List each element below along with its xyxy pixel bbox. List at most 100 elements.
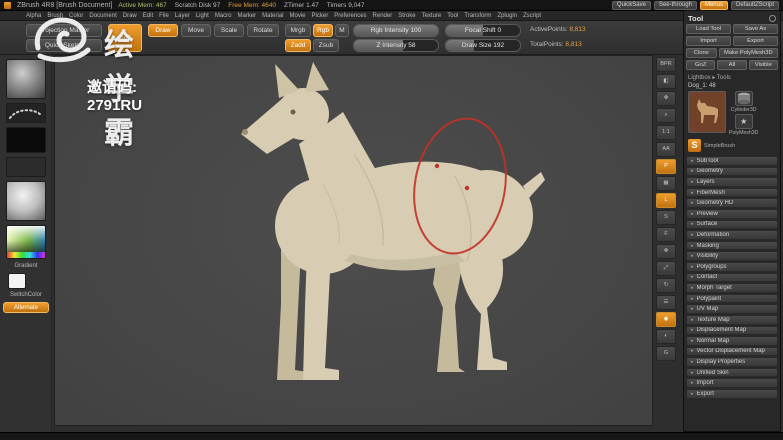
tool-section-row[interactable]: ▸ Polygroups: [686, 261, 778, 272]
tool-section-row[interactable]: ▸ Contact: [686, 272, 778, 283]
nav-strip-icon[interactable]: ✥: [656, 244, 676, 259]
menu-item[interactable]: Transform: [464, 13, 491, 19]
focal-shift-slider[interactable]: Focal Shift 0: [445, 24, 521, 37]
alpha-thumbnail[interactable]: [6, 127, 46, 153]
tool-section-row[interactable]: ▸ Layers: [686, 177, 778, 187]
nav-strip-icon[interactable]: F: [656, 227, 676, 242]
nav-strip-icon[interactable]: 1:1: [656, 125, 676, 140]
zsub-button[interactable]: Zsub: [313, 39, 339, 52]
material-thumbnail[interactable]: [6, 181, 46, 221]
load-tool-button[interactable]: Load Tool: [686, 24, 731, 34]
menu-item[interactable]: Alpha: [26, 13, 41, 19]
nav-strip-icon[interactable]: BPR: [656, 57, 676, 72]
tool-section-row[interactable]: ▸ Import: [686, 378, 778, 389]
tool-section-row[interactable]: ▸ Export: [686, 389, 778, 399]
menu-item[interactable]: Texture: [422, 13, 442, 19]
tool-section-row[interactable]: ▸ Displacement Map: [686, 325, 778, 336]
default-zscript-button[interactable]: DefaultZScript: [730, 0, 779, 10]
nav-strip-icon[interactable]: L: [656, 193, 676, 208]
import-tool-button[interactable]: Import: [686, 36, 731, 46]
document-canvas[interactable]: [54, 55, 653, 426]
menu-item[interactable]: Movie: [290, 13, 306, 19]
clone-button[interactable]: Clone: [686, 48, 717, 58]
tool-section-row[interactable]: ▸ Vector Displacement Map: [686, 346, 778, 357]
tool-section-row[interactable]: ▸ Normal Map: [686, 336, 778, 346]
projection-master-button[interactable]: Projection Master: [26, 24, 102, 37]
nav-strip-icon[interactable]: ◧: [656, 74, 676, 89]
menu-item[interactable]: Document: [89, 13, 116, 19]
tool-section-row[interactable]: ▸ Morph Target: [686, 283, 778, 293]
quicksave-button[interactable]: QuickSave: [611, 0, 651, 10]
draw-size-slider[interactable]: Draw Size 192: [445, 39, 521, 52]
goz-all-button[interactable]: All: [717, 60, 747, 70]
nav-strip-icon[interactable]: ⌕: [656, 108, 676, 123]
nav-strip-icon[interactable]: P: [656, 159, 676, 174]
quick-sketch-button[interactable]: Quick Sketch: [26, 39, 102, 52]
menu-item[interactable]: Color: [69, 13, 83, 19]
menu-item[interactable]: Macro: [215, 13, 232, 19]
hue-strip[interactable]: [7, 252, 45, 258]
tool-section-row[interactable]: ▸ Display Properties: [686, 357, 778, 367]
tool-section-row[interactable]: ▸ Texture Map: [686, 314, 778, 325]
rotate-button[interactable]: Rotate: [247, 24, 279, 37]
scale-button[interactable]: Scale: [214, 24, 244, 37]
z-intensity-slider[interactable]: Z Intensity 58: [353, 39, 439, 52]
menu-item[interactable]: Draw: [123, 13, 137, 19]
nav-strip-icon[interactable]: ↻: [656, 278, 676, 293]
make-polymesh3d-button[interactable]: Make PolyMesh3D: [718, 48, 778, 58]
tool-section-row[interactable]: ▸ Deformation: [686, 230, 778, 240]
switchcolor-label[interactable]: SwitchColor: [0, 292, 52, 298]
nav-strip-icon[interactable]: S: [656, 210, 676, 225]
nav-strip-icon[interactable]: AA: [656, 142, 676, 157]
save-as-button[interactable]: Save As: [733, 24, 778, 34]
nav-strip-icon[interactable]: G: [656, 346, 676, 361]
alternate-button[interactable]: Alternate: [3, 302, 49, 313]
goz-button[interactable]: GoZ: [686, 60, 716, 70]
menu-item[interactable]: Light: [196, 13, 209, 19]
draw-button[interactable]: Draw: [148, 24, 178, 37]
nav-strip-icon[interactable]: ◉: [656, 312, 676, 327]
switch-color-swatch[interactable]: [8, 273, 26, 289]
tool-section-row[interactable]: ▸ Geometry HD: [686, 198, 778, 208]
tool-section-row[interactable]: ▸ Surface: [686, 219, 778, 230]
tool-section-row[interactable]: ▸ Geometry: [686, 166, 778, 177]
menu-item[interactable]: Render: [373, 13, 393, 19]
texture-thumbnail[interactable]: [6, 157, 46, 177]
polymesh3d-thumbnail[interactable]: ★: [734, 114, 753, 129]
goz-visible-button[interactable]: Visible: [748, 60, 778, 70]
current-brush-thumbnail[interactable]: [6, 59, 46, 99]
menu-item[interactable]: Zplugin: [497, 13, 517, 19]
nav-strip-icon[interactable]: ▦: [656, 176, 676, 191]
nav-strip-icon[interactable]: ✥: [656, 91, 676, 106]
tool-section-row[interactable]: ▸ SubTool: [686, 156, 778, 166]
tool-section-row[interactable]: ▸ Unified Skin: [686, 367, 778, 378]
menu-item[interactable]: Tool: [447, 13, 458, 19]
nav-strip-icon[interactable]: ⤢: [656, 261, 676, 276]
simplebrush-thumbnail[interactable]: S: [688, 139, 701, 152]
menu-item[interactable]: Edit: [143, 13, 153, 19]
lightbox-tools-label[interactable]: Lightbox ▸ Tools: [686, 72, 778, 82]
tool-section-row[interactable]: ▸ Visibility: [686, 251, 778, 261]
stroke-type-thumbnail[interactable]: [6, 103, 46, 123]
menu-item[interactable]: Preferences: [334, 13, 366, 19]
tool-section-row[interactable]: ▸ Preview: [686, 208, 778, 219]
panel-menu-icon[interactable]: [769, 15, 776, 22]
rgb-intensity-slider[interactable]: Rgb Intensity 100: [353, 24, 439, 37]
cylinder3d-thumbnail[interactable]: [734, 91, 753, 106]
move-button[interactable]: Move: [181, 24, 211, 37]
color-picker[interactable]: [6, 225, 46, 259]
tool-section-row[interactable]: ▸ UV Map: [686, 304, 778, 314]
menu-item[interactable]: Zscript: [523, 13, 541, 19]
see-through-slider[interactable]: See-through: [653, 0, 697, 10]
menu-item[interactable]: Stroke: [398, 13, 415, 19]
mrgb-button[interactable]: Mrgb: [285, 24, 311, 37]
menu-item[interactable]: Marker: [237, 13, 256, 19]
nav-strip-icon[interactable]: ☰: [656, 295, 676, 310]
export-tool-button[interactable]: Export: [733, 36, 778, 46]
rgb-button[interactable]: Rgb: [313, 24, 333, 37]
tool-section-row[interactable]: ▸ Polypaint: [686, 293, 778, 304]
tool-section-row[interactable]: ▸ FiberMesh: [686, 187, 778, 198]
menu-item[interactable]: Picker: [312, 13, 329, 19]
tool-section-row[interactable]: ▸ Masking: [686, 240, 778, 251]
active-tool-thumbnail[interactable]: [688, 91, 726, 133]
